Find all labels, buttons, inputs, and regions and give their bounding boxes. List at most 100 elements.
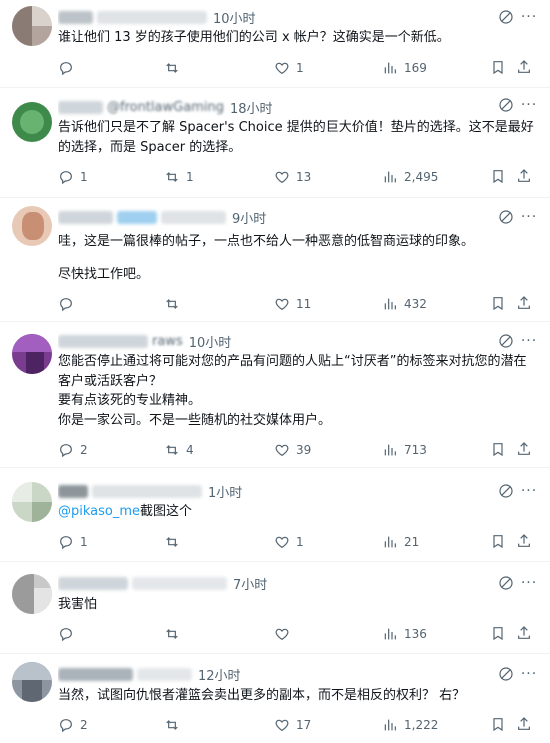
retweet-button[interactable] <box>164 533 186 551</box>
avatar[interactable] <box>12 662 52 702</box>
share-button[interactable] <box>516 59 532 75</box>
reply-button[interactable] <box>58 625 80 643</box>
grok-icon[interactable] <box>498 209 514 225</box>
retweet-button[interactable]: 4 <box>164 441 194 459</box>
blurred-handle: raws <box>152 333 183 349</box>
timestamp[interactable]: 7小时 <box>233 574 267 593</box>
heart-icon <box>275 171 289 184</box>
reply-tweet[interactable]: 1小时 ··· @pikaso_me截图这个 1 1 21 <box>0 468 550 562</box>
views-button[interactable]: 21 <box>382 533 419 551</box>
like-button[interactable]: 39 <box>274 441 311 459</box>
avatar[interactable] <box>12 574 52 614</box>
tweet-text: 我害怕 <box>58 597 98 612</box>
blurred-handle <box>92 484 202 498</box>
bookmark-button[interactable] <box>490 716 506 732</box>
blurred-handle <box>137 667 192 681</box>
retweet-button[interactable] <box>164 295 186 313</box>
bookmark-icon <box>493 627 503 641</box>
share-button[interactable] <box>516 295 532 311</box>
reply-tweet[interactable]: raws 10小时 ··· 您能否停止通过将可能对您的产品有问题的人贴上“讨厌者… <box>0 322 550 468</box>
blurred-name <box>58 334 148 348</box>
like-button[interactable] <box>274 625 296 643</box>
retweet-button[interactable]: 1 <box>164 168 194 186</box>
views-button[interactable]: 432 <box>382 295 427 313</box>
reply-icon <box>60 171 72 185</box>
bookmark-button[interactable] <box>490 295 506 311</box>
avatar[interactable] <box>12 334 52 374</box>
retweet-button[interactable] <box>164 716 186 734</box>
tweet-text: @pikaso_me截图这个 <box>58 502 534 522</box>
timestamp[interactable]: 1小时 <box>208 482 242 501</box>
share-button[interactable] <box>516 716 532 732</box>
views-button[interactable]: 1,222 <box>382 716 438 734</box>
views-button[interactable]: 169 <box>382 59 427 77</box>
bookmark-button[interactable] <box>490 59 506 75</box>
bookmark-icon <box>493 718 503 732</box>
bookmark-button[interactable] <box>490 168 506 184</box>
timestamp[interactable]: 18小时 <box>230 98 273 117</box>
reply-count: 1 <box>80 170 88 184</box>
views-button[interactable]: 136 <box>382 625 427 643</box>
avatar[interactable] <box>12 102 52 142</box>
reply-icon <box>60 298 72 312</box>
action-bar: 11 432 <box>58 295 538 313</box>
reply-tweet[interactable]: 9小时 ··· 哇，这是一篇很棒的帖子，一点也不给人一种恶意的低智商运球的印象。… <box>0 198 550 322</box>
share-button[interactable] <box>516 441 532 457</box>
bookmark-button[interactable] <box>490 533 506 549</box>
reply-icon <box>60 444 72 458</box>
like-count: 11 <box>296 297 312 311</box>
grok-icon[interactable] <box>498 575 514 591</box>
reply-button[interactable]: 1 <box>58 533 88 551</box>
bookmark-button[interactable] <box>490 625 506 641</box>
bookmark-button[interactable] <box>490 441 506 457</box>
more-icon[interactable]: ··· <box>520 98 538 118</box>
views-icon <box>384 628 396 640</box>
timestamp[interactable]: 12小时 <box>198 665 241 684</box>
reply-icon <box>60 536 72 550</box>
timestamp[interactable]: 9小时 <box>232 208 266 227</box>
avatar[interactable] <box>12 482 52 522</box>
avatar[interactable] <box>12 6 52 46</box>
like-button[interactable]: 17 <box>274 716 311 734</box>
reply-button[interactable]: 1 <box>58 168 88 186</box>
more-icon[interactable]: ··· <box>520 667 538 687</box>
timestamp[interactable]: 10小时 <box>213 8 256 27</box>
heart-icon <box>275 444 289 457</box>
reply-tweet[interactable]: 12小时 ··· 当然，试图向仇恨者灌篮会卖出更多的副本，而不是相反的权利？ 右… <box>0 654 550 743</box>
avatar[interactable] <box>12 206 52 246</box>
views-icon <box>384 298 396 310</box>
blurred-name <box>58 100 103 114</box>
grok-icon[interactable] <box>498 483 514 499</box>
tweet-text-line: 哇，这是一篇很棒的帖子，一点也不给人一种恶意的低智商运球的印象。 <box>58 234 475 249</box>
reply-tweet[interactable]: @frontlawGaming 18小时 ··· 告诉他们只是不了解 Space… <box>0 88 550 198</box>
reply-tweet[interactable]: 10小时 ··· 谁让他们 13 岁的孩子使用他们的公司 x 帐户？这确实是一个… <box>0 0 550 88</box>
like-button[interactable]: 1 <box>274 59 304 77</box>
like-button[interactable]: 13 <box>274 168 311 186</box>
share-button[interactable] <box>516 533 532 549</box>
views-count: 21 <box>404 535 420 549</box>
reply-button[interactable] <box>58 295 80 313</box>
more-icon[interactable]: ··· <box>520 210 538 230</box>
grok-icon[interactable] <box>498 97 514 113</box>
retweet-button[interactable] <box>164 59 186 77</box>
tweet-header: @frontlawGaming 18小时 <box>58 97 490 117</box>
views-button[interactable]: 2,495 <box>382 168 438 186</box>
share-button[interactable] <box>516 625 532 641</box>
like-button[interactable]: 1 <box>274 533 304 551</box>
views-button[interactable]: 713 <box>382 441 427 459</box>
like-button[interactable]: 11 <box>274 295 311 313</box>
timestamp[interactable]: 10小时 <box>189 332 232 351</box>
mention-link[interactable]: @pikaso_me <box>58 504 140 519</box>
reply-button[interactable]: 2 <box>58 441 88 459</box>
views-count: 1,222 <box>404 718 439 732</box>
grok-icon[interactable] <box>498 666 514 682</box>
reply-tweet[interactable]: 7小时 ··· 我害怕 136 <box>0 562 550 654</box>
like-count: 13 <box>296 170 312 184</box>
reply-button[interactable]: 2 <box>58 716 88 734</box>
grok-icon[interactable] <box>498 333 514 349</box>
retweet-button[interactable] <box>164 625 186 643</box>
more-icon[interactable]: ··· <box>520 576 538 596</box>
grok-icon[interactable] <box>498 9 514 25</box>
reply-button[interactable] <box>58 59 80 77</box>
share-button[interactable] <box>516 168 532 184</box>
